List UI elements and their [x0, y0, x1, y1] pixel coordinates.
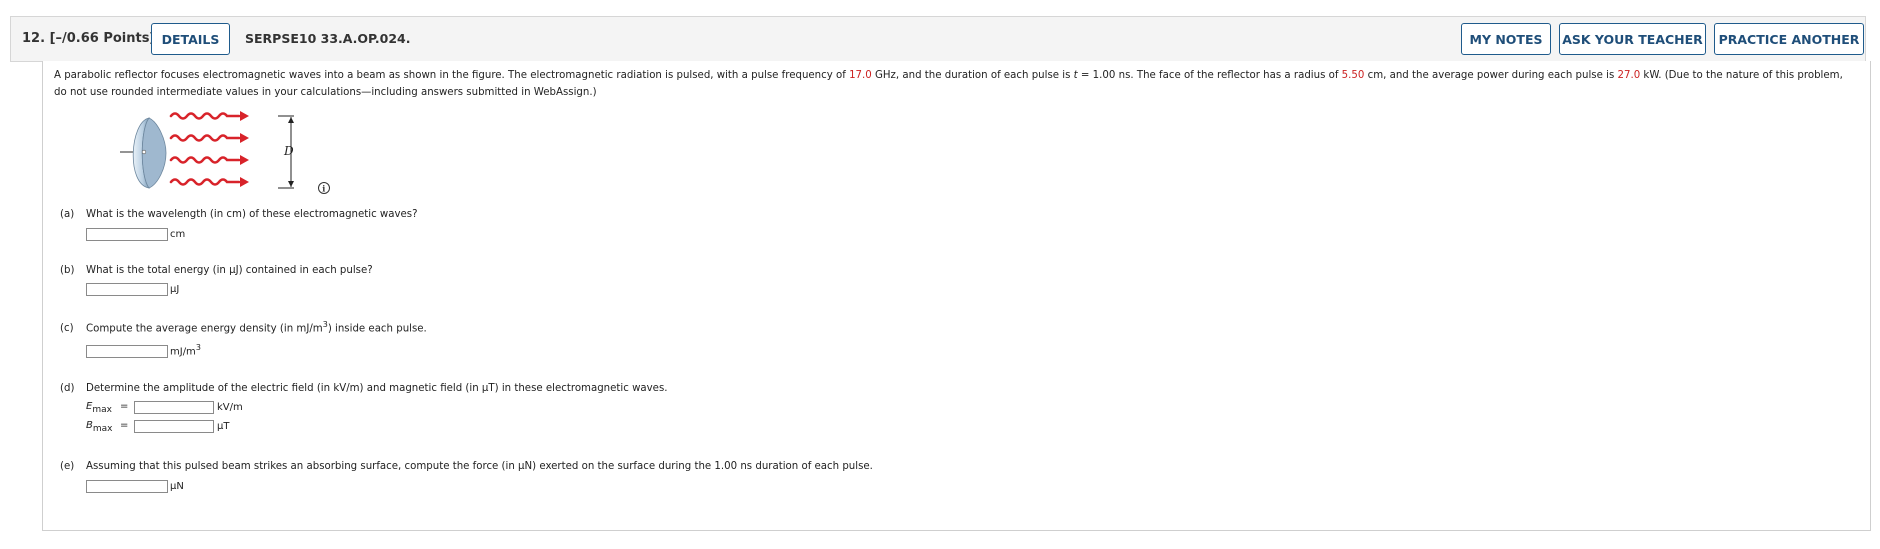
part-d-question: Determine the amplitude of the electric … — [86, 383, 668, 394]
svg-text:i: i — [322, 183, 325, 193]
b-max-unit: µT — [217, 421, 230, 432]
reflector-figure: D i — [120, 111, 330, 194]
b-max-equals: = — [120, 420, 129, 431]
pulse-frequency-value: 17.0 — [849, 70, 872, 81]
part-e-question: Assuming that this pulsed beam strikes a… — [86, 461, 873, 472]
info-icon[interactable]: i — [318, 182, 330, 194]
power-value: 27.0 — [1617, 70, 1641, 81]
part-c-unit: mJ/m3 — [170, 343, 201, 358]
part-b-question: What is the total energy (in µJ) contain… — [86, 265, 373, 276]
question-number-points: 12. [–/0.66 Points] — [22, 31, 156, 46]
part-c-letter: (c) — [60, 323, 74, 334]
details-button[interactable]: DETAILS — [151, 23, 230, 55]
part-e-letter: (e) — [60, 461, 75, 472]
d-label: D — [283, 144, 294, 158]
part-c-answer-input[interactable] — [86, 345, 168, 358]
question-code: SERPSE10 33.A.OP.024. — [245, 31, 411, 46]
part-d-letter: (d) — [60, 383, 75, 394]
practice-another-button[interactable]: PRACTICE ANOTHER — [1714, 23, 1864, 55]
part-e-unit: µN — [170, 481, 184, 492]
wave-arrows — [169, 112, 241, 186]
parabolic-reflector-dish — [120, 117, 167, 189]
part-b-answer-input[interactable] — [86, 283, 168, 296]
e-max-equals: = — [120, 401, 129, 412]
radius-value: 5.50 — [1341, 70, 1365, 81]
e-max-answer-input[interactable] — [134, 401, 214, 414]
arrow-heads — [240, 111, 249, 187]
part-c-question: Compute the average energy density (in m… — [86, 320, 427, 335]
part-a-question: What is the wavelength (in cm) of these … — [86, 209, 418, 220]
part-a-answer-input[interactable] — [86, 228, 168, 241]
part-a-unit: cm — [170, 229, 186, 240]
part-a-letter: (a) — [60, 209, 75, 220]
part-e-answer-input[interactable] — [86, 480, 168, 493]
question-header: 12. [–/0.66 Points] DETAILS SERPSE10 33.… — [10, 16, 1866, 62]
ask-your-teacher-button[interactable]: ASK YOUR TEACHER — [1559, 23, 1706, 55]
part-b-letter: (b) — [60, 265, 75, 276]
e-max-symbol: Emax — [86, 401, 112, 415]
problem-statement: A parabolic reflector focuses electromag… — [54, 70, 1843, 98]
b-max-answer-input[interactable] — [134, 420, 214, 433]
e-max-unit: kV/m — [217, 402, 243, 413]
my-notes-button[interactable]: MY NOTES — [1461, 23, 1551, 55]
part-b-unit: µJ — [170, 284, 180, 295]
b-max-symbol: Bmax — [86, 420, 113, 434]
